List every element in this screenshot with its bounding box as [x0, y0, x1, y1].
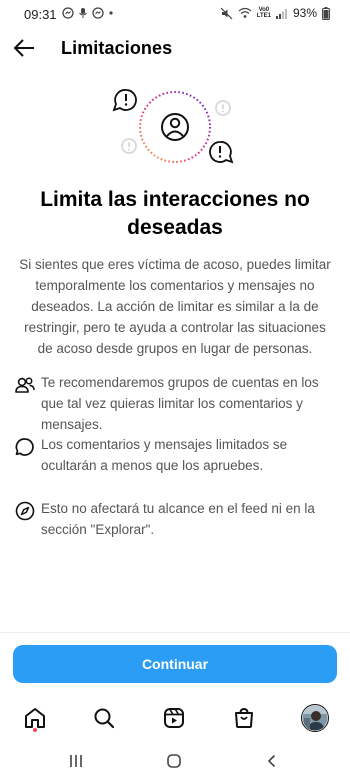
- reels-icon: [164, 708, 184, 728]
- continue-button[interactable]: Continuar: [13, 645, 337, 683]
- microphone-icon: [79, 8, 87, 18]
- battery-icon: [322, 6, 330, 20]
- status-bar: 09:31 Vo0 LTE1 93%: [0, 0, 350, 30]
- arrow-left-icon: [13, 39, 34, 57]
- feature-text: Los comentarios y mensajes limitados se …: [41, 437, 288, 473]
- alert-bubble-icon-large-right: [209, 141, 234, 164]
- wifi-icon: [238, 7, 252, 18]
- back-button[interactable]: [12, 36, 36, 60]
- tab-search[interactable]: [90, 704, 118, 732]
- profile-avatar: [301, 704, 329, 732]
- person-icon: [161, 113, 189, 141]
- back-system-button[interactable]: [259, 748, 285, 774]
- messenger-icon-2: [92, 7, 104, 19]
- recent-apps-icon: [70, 755, 82, 767]
- alert-bubble-icon-faded-left: [121, 138, 137, 154]
- home-icon: [25, 708, 45, 728]
- tab-shop[interactable]: [230, 704, 258, 732]
- home-system-button[interactable]: [161, 748, 187, 774]
- feature-text: Esto no afectará tu alcance en el feed n…: [41, 501, 315, 537]
- bottom-tab-bar: [0, 700, 350, 736]
- comment-bubble-icon: [15, 438, 34, 456]
- tab-profile[interactable]: [301, 704, 329, 732]
- people-icon: [15, 377, 35, 393]
- page-title: Limitaciones: [61, 38, 173, 58]
- tab-reels[interactable]: [160, 704, 188, 732]
- home-square-icon: [167, 754, 181, 768]
- signal-icon: [275, 8, 287, 19]
- messenger-icon: [62, 7, 74, 19]
- shop-icon: [235, 707, 253, 728]
- alert-bubble-icon-large-left: [112, 89, 137, 112]
- feature-text: Te recomendaremos grupos de cuentas en l…: [41, 375, 319, 432]
- recent-apps-button[interactable]: [63, 748, 89, 774]
- system-navigation-bar: [0, 742, 350, 778]
- footer-divider: [0, 632, 350, 633]
- header: Limitaciones: [0, 30, 350, 68]
- search-icon: [94, 708, 115, 729]
- status-time: 09:31: [24, 7, 57, 22]
- limits-illustration: [112, 89, 234, 164]
- home-notification-dot: [33, 728, 37, 732]
- dot-icon: [109, 11, 113, 15]
- mute-icon: [220, 7, 233, 19]
- status-notification-icons: [62, 7, 114, 19]
- alert-bubble-icon-faded-right: [215, 100, 231, 116]
- headline: Limita las interacciones no deseadas: [40, 188, 310, 239]
- battery-percent: 93%: [292, 6, 317, 20]
- intro-text: Si sientes que eres víctima de acoso, pu…: [19, 257, 331, 356]
- chevron-left-icon: [267, 754, 276, 768]
- compass-icon: [15, 501, 35, 521]
- status-system-icons: Vo0 LTE1 93%: [220, 6, 330, 20]
- network-type-label: Vo0 LTE1: [256, 7, 271, 19]
